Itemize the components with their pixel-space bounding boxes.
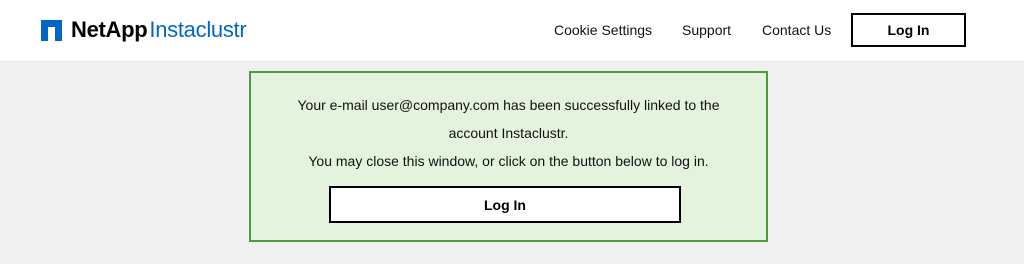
notice-message-line-3: You may close this window, or click on t…: [308, 153, 709, 169]
netapp-square-logo-icon: [41, 19, 62, 41]
nav-cookie-settings-link[interactable]: Cookie Settings: [554, 22, 652, 38]
nav-contact-us-link[interactable]: Contact Us: [762, 22, 831, 38]
logo-instaclustr-text: Instaclustr: [149, 17, 247, 42]
header-login-button[interactable]: Log In: [851, 13, 966, 47]
notice-message-line-1: Your e-mail user@company.com has been su…: [297, 97, 720, 113]
nav-support-link[interactable]: Support: [682, 22, 731, 38]
notice-message-line-2: account Instaclustr.: [448, 125, 569, 141]
logo-netapp-text: NetApp: [71, 17, 148, 42]
notice-login-button[interactable]: Log In: [329, 186, 681, 223]
success-notice-panel: Your e-mail user@company.com has been su…: [249, 71, 768, 242]
netapp-instaclustr-logo[interactable]: NetApp Instaclustr: [41, 17, 247, 42]
top-header: NetApp Instaclustr Cookie Settings Suppo…: [0, 0, 1024, 62]
